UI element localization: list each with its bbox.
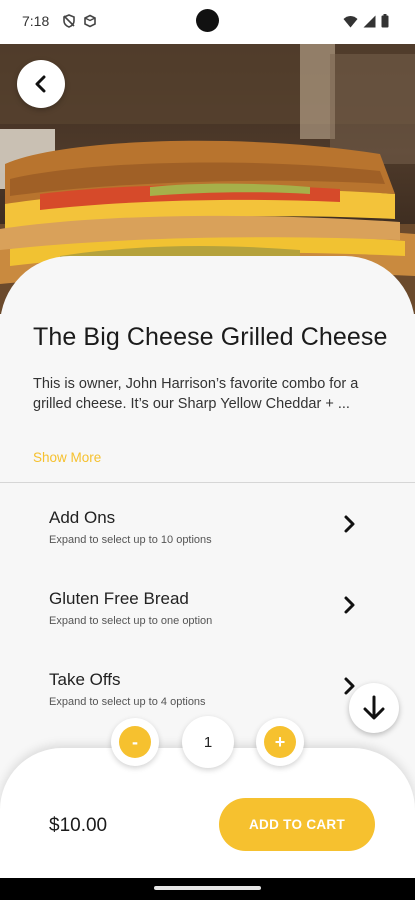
option-name: Take Offs bbox=[49, 670, 121, 689]
minus-icon: - bbox=[119, 726, 151, 758]
option-name: Add Ons bbox=[49, 508, 116, 527]
camera-cutout bbox=[196, 9, 219, 32]
chevron-right-icon bbox=[344, 515, 355, 533]
chevron-right-icon bbox=[344, 596, 355, 614]
option-row-add-ons[interactable]: Add Ons Expand to select up to 10 option… bbox=[0, 508, 415, 568]
product-description: This is owner, John Harrison’s favorite … bbox=[33, 376, 359, 412]
cell-signal-icon bbox=[363, 15, 376, 27]
back-arrow-icon bbox=[35, 75, 46, 93]
option-hint: Expand to select up to 10 options bbox=[49, 534, 212, 546]
option-hint: Expand to select up to 4 options bbox=[49, 696, 206, 708]
arrow-down-icon bbox=[363, 695, 385, 720]
cube-icon bbox=[83, 14, 97, 33]
option-row-gluten-free-bread[interactable]: Gluten Free Bread Expand to select up to… bbox=[0, 589, 415, 649]
price: $10.00 bbox=[49, 815, 108, 836]
status-bar: 7:18 bbox=[0, 0, 415, 44]
scroll-down-button[interactable] bbox=[349, 683, 399, 733]
wifi-icon bbox=[343, 15, 358, 27]
shield-off-icon bbox=[62, 14, 76, 33]
add-to-cart-button[interactable]: ADD TO CART bbox=[219, 798, 375, 851]
status-time: 7:18 bbox=[22, 13, 50, 29]
status-icons bbox=[343, 14, 389, 28]
option-hint: Expand to select up to one option bbox=[49, 615, 213, 627]
show-more-link[interactable]: Show More bbox=[33, 450, 101, 465]
product-title: The Big Cheese Grilled Cheese bbox=[33, 323, 388, 351]
decrement-button[interactable]: - bbox=[111, 718, 159, 766]
increment-button[interactable]: + bbox=[256, 718, 304, 766]
battery-icon bbox=[381, 14, 389, 28]
home-indicator[interactable] bbox=[154, 886, 261, 890]
product-detail-screen: 7:18 The Big Cheese Grilled Cheese This … bbox=[0, 0, 415, 900]
navigation-bar bbox=[0, 878, 415, 900]
quantity-value: 1 bbox=[182, 716, 234, 768]
plus-icon: + bbox=[264, 726, 296, 758]
divider bbox=[0, 482, 415, 483]
option-name: Gluten Free Bread bbox=[49, 589, 189, 608]
back-button[interactable] bbox=[17, 60, 65, 108]
